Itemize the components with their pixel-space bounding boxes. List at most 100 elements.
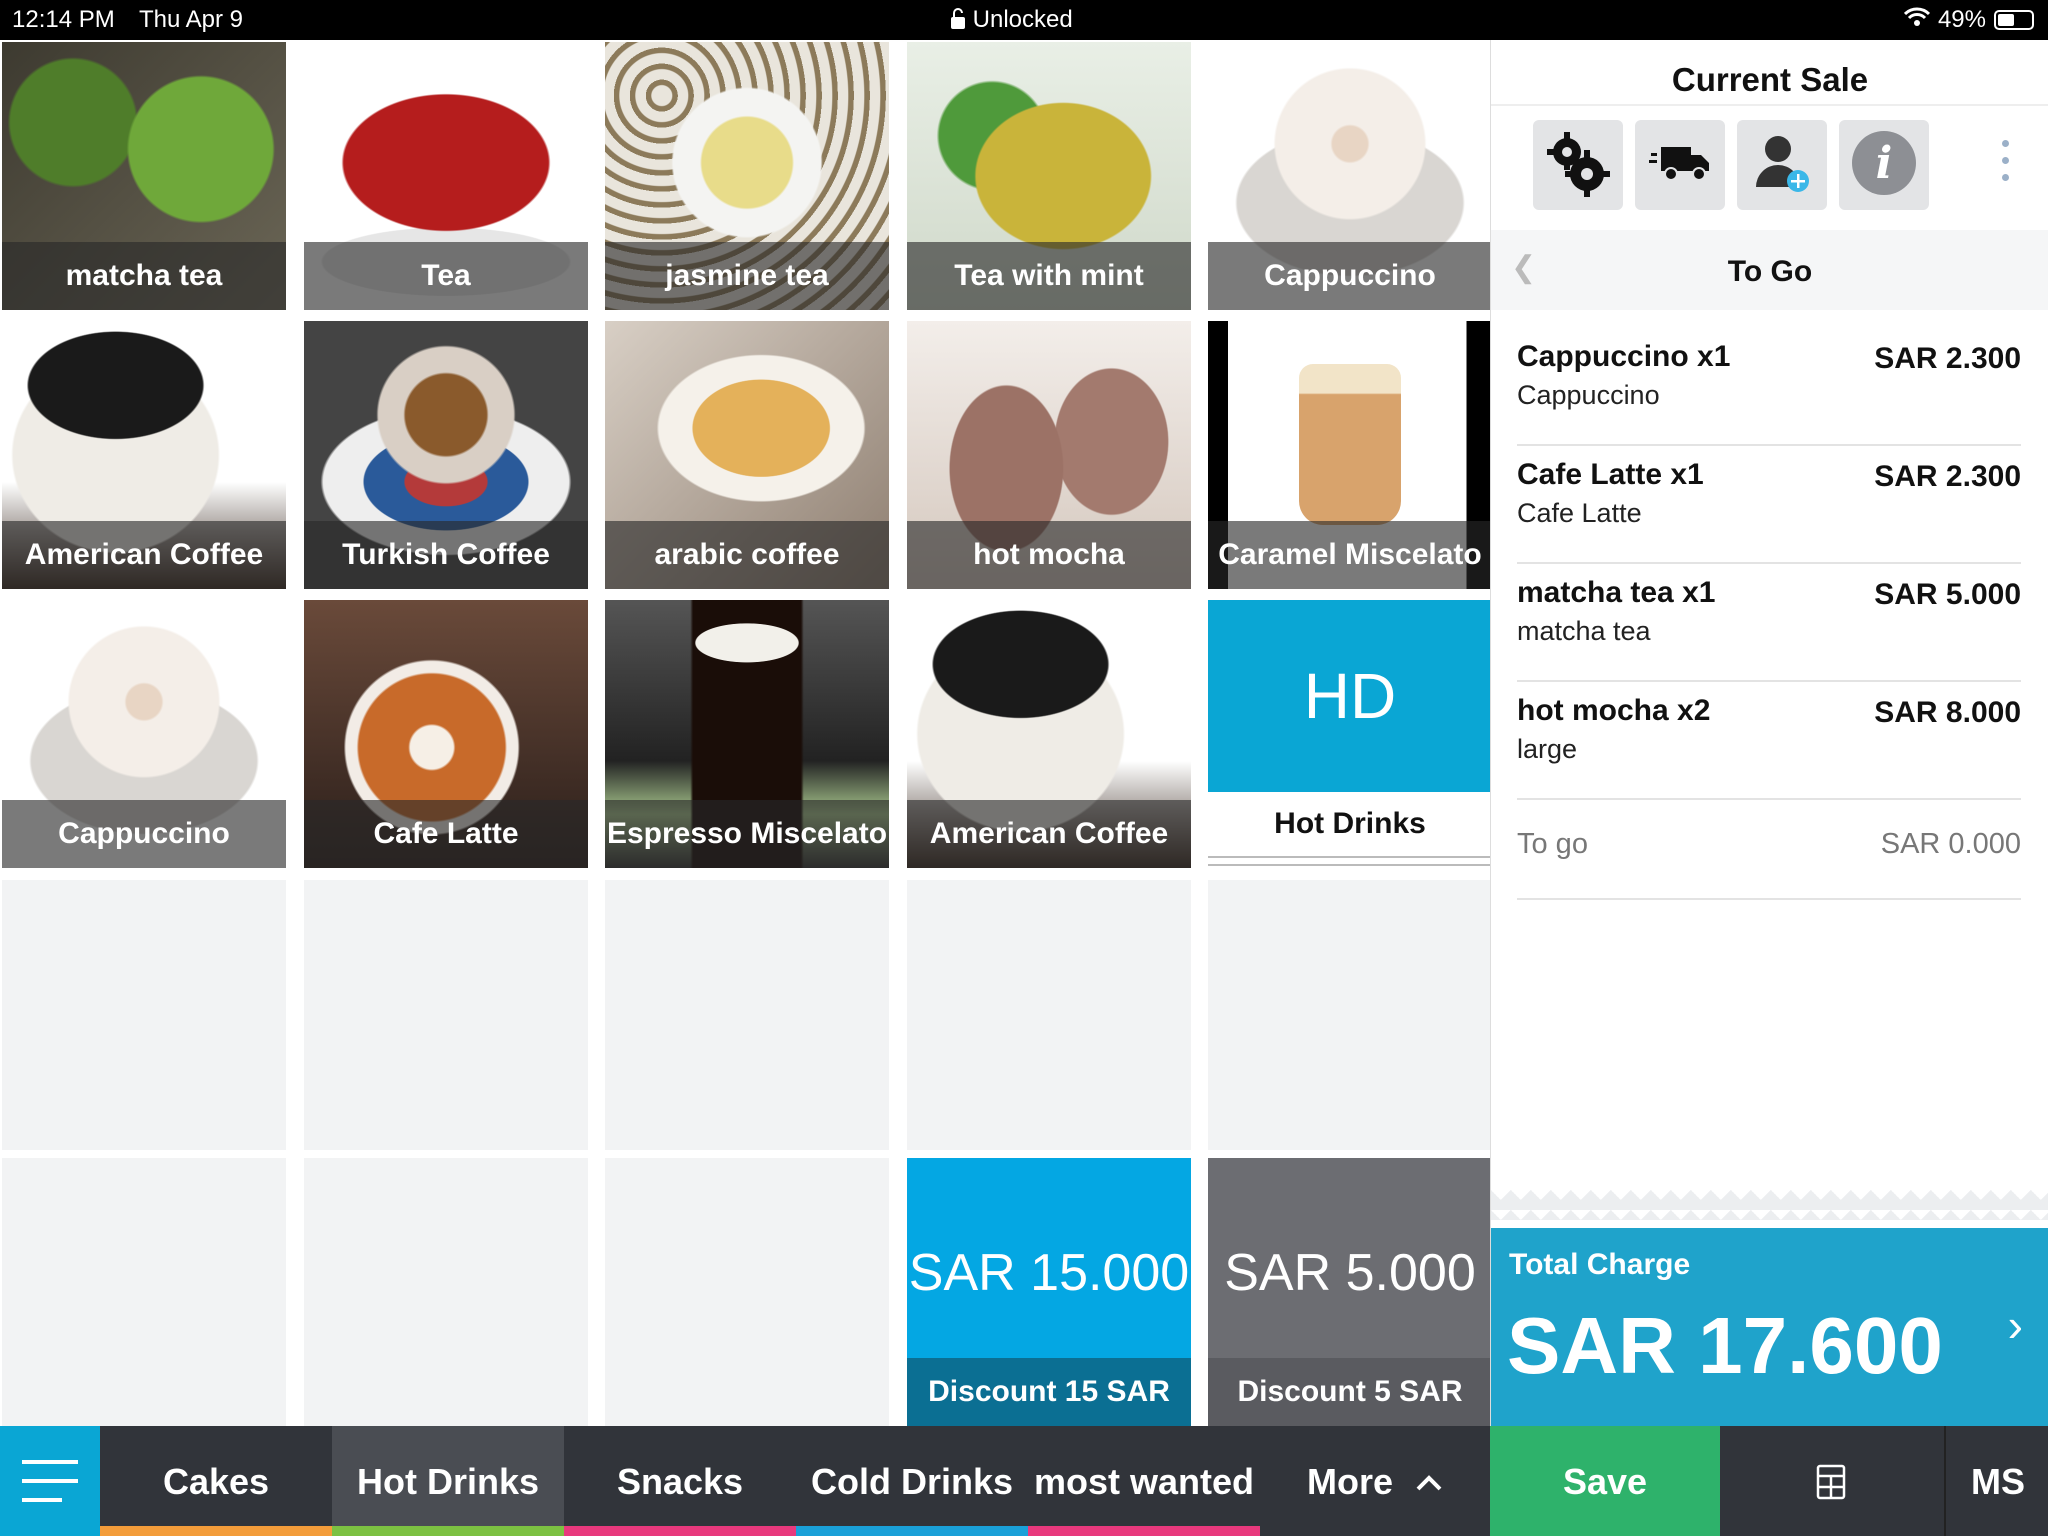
total-charge-value: SAR 17.600 xyxy=(1507,1301,1943,1390)
discount-amount: SAR 5.000 xyxy=(1208,1158,1492,1358)
delivery-button[interactable] xyxy=(1635,120,1725,210)
category-abbr: HD xyxy=(1208,600,1492,792)
menu-button[interactable] xyxy=(0,1426,100,1536)
tab-label: Snacks xyxy=(616,1461,744,1502)
tab-label: Cakes xyxy=(162,1461,270,1502)
product-tile-cafe-latte[interactable]: Cafe Latte xyxy=(304,600,588,868)
status-date: Thu Apr 9 xyxy=(138,6,244,33)
product-tile-tea[interactable]: Tea xyxy=(304,42,588,310)
discount-tile-5-sar[interactable]: SAR 5.000 Discount 5 SAR xyxy=(1208,1158,1492,1426)
current-sale-panel: Current Sale i ❮ To Go Cappuccino x1 Cap… xyxy=(1490,40,2048,1426)
sale-item-price: SAR 2.300 xyxy=(1874,460,2021,493)
sale-item[interactable]: Cafe Latte x1 Cafe Latte SAR 2.300 xyxy=(1517,446,2021,564)
calculator-button[interactable] xyxy=(1720,1426,1946,1536)
settings-gears-icon xyxy=(1543,128,1613,203)
tab-label: Hot Drinks xyxy=(356,1461,540,1502)
more-options-button[interactable] xyxy=(2002,140,2010,181)
tab-snacks[interactable]: Snacks xyxy=(564,1426,796,1536)
total-charge-button[interactable]: Total Charge SAR 17.600 › xyxy=(1491,1228,2048,1426)
hamburger-line xyxy=(22,1460,78,1464)
kebab-dot xyxy=(2002,157,2009,164)
add-customer-button[interactable] xyxy=(1737,120,1827,210)
sale-actions: i xyxy=(1533,120,1929,210)
product-tile-cappuccino-2[interactable]: Cappuccino xyxy=(2,600,286,868)
tab-cold-drinks[interactable]: Cold Drinks xyxy=(796,1426,1028,1536)
sale-item-name: Cafe Latte x1 xyxy=(1517,458,1704,491)
order-type-bar: ❮ To Go xyxy=(1491,230,2048,310)
info-icon: i xyxy=(1849,128,1919,203)
kebab-dot xyxy=(2002,140,2009,147)
product-label: Espresso Miscelato xyxy=(605,800,889,868)
product-tile-american-coffee[interactable]: American Coffee xyxy=(2,321,286,589)
tab-more[interactable]: More xyxy=(1260,1426,1490,1536)
empty-slot xyxy=(304,880,588,1150)
save-button[interactable]: Save xyxy=(1490,1426,1720,1536)
stack-lines xyxy=(1208,856,1492,866)
empty-slot xyxy=(2,880,286,1150)
empty-slot xyxy=(605,1158,889,1426)
tab-hot-drinks[interactable]: Hot Drinks xyxy=(332,1426,564,1536)
product-label: Tea with mint xyxy=(907,242,1191,310)
empty-slot xyxy=(2,1158,286,1426)
product-tile-caramel-miscelato[interactable]: Caramel Miscelato xyxy=(1208,321,1492,589)
product-tile-hot-mocha[interactable]: hot mocha xyxy=(907,321,1191,589)
tab-color-bar xyxy=(332,1526,564,1536)
product-tile-espresso-miscelato[interactable]: Espresso Miscelato xyxy=(605,600,889,868)
product-label: Cappuccino xyxy=(2,800,286,868)
svg-text:i: i xyxy=(1876,138,1893,189)
product-tile-arabic-coffee[interactable]: arabic coffee xyxy=(605,321,889,589)
battery-icon xyxy=(1994,10,2034,30)
lock-icon xyxy=(950,6,973,33)
product-tile-jasmine-tea[interactable]: jasmine tea xyxy=(605,42,889,310)
sale-item-name: hot mocha x2 xyxy=(1517,694,1711,727)
sale-item[interactable]: Cappuccino x1 Cappuccino SAR 2.300 xyxy=(1517,328,2021,446)
sale-item-price: SAR 5.000 xyxy=(1874,578,2021,611)
tab-cakes[interactable]: Cakes xyxy=(100,1426,332,1536)
product-tile-turkish-coffee[interactable]: Turkish Coffee xyxy=(304,321,588,589)
sale-item[interactable]: matcha tea x1 matcha tea SAR 5.000 xyxy=(1517,564,2021,682)
empty-slot xyxy=(1208,880,1492,1150)
tab-color-bar xyxy=(1028,1526,1260,1536)
status-time: 12:14 PM xyxy=(12,6,115,33)
sale-item-price: SAR 8.000 xyxy=(1874,696,2021,729)
sale-item-price: SAR 2.300 xyxy=(1874,342,2021,375)
kebab-dot xyxy=(2002,174,2009,181)
tab-label: Cold Drinks xyxy=(810,1461,1014,1502)
discount-tile-15-sar[interactable]: SAR 15.000 Discount 15 SAR xyxy=(907,1158,1191,1426)
settings-gears-button[interactable] xyxy=(1533,120,1623,210)
info-button[interactable]: i xyxy=(1839,120,1929,210)
tab-most-wanted[interactable]: most wanted xyxy=(1028,1426,1260,1536)
wifi-icon xyxy=(1903,6,1931,34)
product-label: Turkish Coffee xyxy=(304,521,588,589)
tab-color-bar xyxy=(564,1526,796,1536)
sale-item-name: Cappuccino x1 xyxy=(1517,340,1731,373)
fee-price: SAR 0.000 xyxy=(1880,828,2021,860)
product-label: Cafe Latte xyxy=(304,800,588,868)
tab-label: most wanted xyxy=(1033,1461,1255,1502)
discount-label: Discount 15 SAR xyxy=(907,1358,1191,1426)
user-initials-button[interactable]: MS xyxy=(1948,1426,2048,1536)
tab-color-bar xyxy=(796,1526,1028,1536)
product-label: hot mocha xyxy=(907,521,1191,589)
product-tile-american-coffee-2[interactable]: American Coffee xyxy=(907,600,1191,868)
product-tile-cappuccino[interactable]: Cappuccino xyxy=(1208,42,1492,310)
sale-item-modifier: matcha tea xyxy=(1517,616,1651,646)
sale-item-modifier: Cappuccino xyxy=(1517,380,1660,410)
panel-title: Current Sale xyxy=(1671,61,1869,98)
receipt-edge xyxy=(1491,1190,2048,1220)
hamburger-line xyxy=(22,1498,62,1502)
product-label: Cappuccino xyxy=(1208,242,1492,310)
calculator-icon xyxy=(1816,1464,1846,1505)
sale-fee-row[interactable]: To go SAR 0.000 xyxy=(1517,800,2021,900)
product-tile-tea-with-mint[interactable]: Tea with mint xyxy=(907,42,1191,310)
product-label: Caramel Miscelato xyxy=(1208,521,1492,589)
product-tile-matcha-tea[interactable]: matcha tea xyxy=(2,42,286,310)
chevron-right-icon: › xyxy=(2007,1299,2023,1351)
product-label: matcha tea xyxy=(2,242,286,310)
sale-item[interactable]: hot mocha x2 large SAR 8.000 xyxy=(1517,682,2021,800)
product-label: Tea xyxy=(304,242,588,310)
category-label: Hot Drinks xyxy=(1274,807,1426,840)
order-type-label: To Go xyxy=(1727,255,1813,288)
category-tile-hot-drinks[interactable]: HD Hot Drinks xyxy=(1208,600,1492,868)
tab-label: More xyxy=(1306,1461,1393,1502)
